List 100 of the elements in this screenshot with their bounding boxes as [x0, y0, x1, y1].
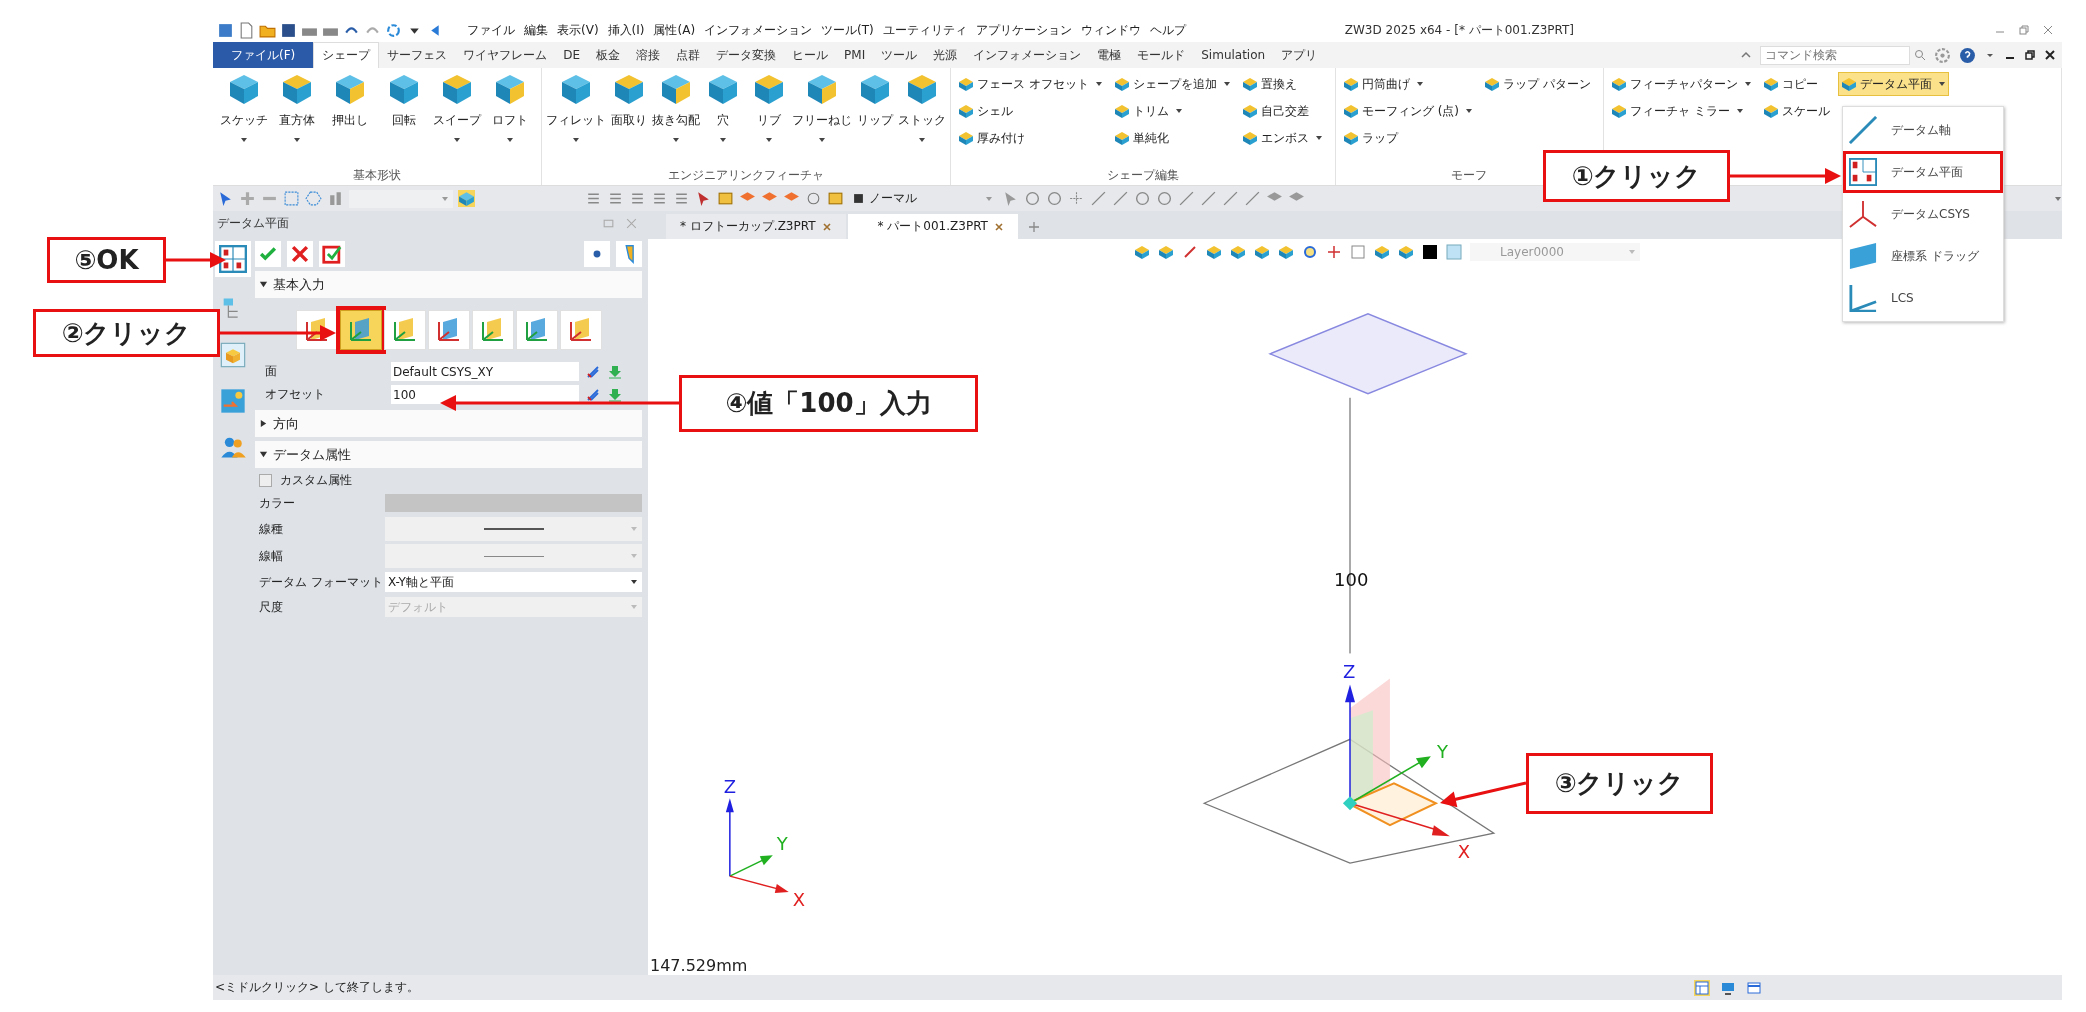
- line-icon[interactable]: [585, 190, 602, 207]
- ribbon-button[interactable]: スケッチ: [217, 72, 271, 167]
- circle-icon[interactable]: [1302, 244, 1318, 260]
- line-icon[interactable]: [1112, 190, 1129, 207]
- line-icon[interactable]: [1244, 190, 1261, 207]
- download-icon[interactable]: [607, 386, 623, 403]
- save-icon[interactable]: [280, 21, 297, 39]
- file-tab[interactable]: ファイル(F): [213, 42, 314, 68]
- ribbon-button[interactable]: ロフト: [483, 72, 537, 167]
- block-icon[interactable]: [1398, 244, 1414, 260]
- input-field[interactable]: Default CSYS_XY: [391, 362, 579, 381]
- display-mode-dropdown[interactable]: ノーマル: [849, 189, 997, 208]
- ribbon-button[interactable]: フリーねじ: [792, 72, 852, 167]
- ribbon-button[interactable]: コピー: [1759, 72, 1833, 96]
- ribbon-tab[interactable]: ツール: [873, 42, 926, 68]
- line-icon[interactable]: [1222, 190, 1239, 207]
- line-icon[interactable]: [1178, 190, 1195, 207]
- menu-item[interactable]: LCS: [1843, 277, 2003, 319]
- caret-icon[interactable]: [765, 137, 773, 143]
- document-tab[interactable]: * ロフトーカップ.Z3PRT: [666, 214, 846, 239]
- line-icon[interactable]: [629, 190, 646, 207]
- ribbon-button[interactable]: 抜き勾配: [652, 72, 700, 167]
- help-icon[interactable]: [1959, 46, 1976, 64]
- plus-icon[interactable]: [239, 190, 256, 207]
- caret-icon[interactable]: [293, 137, 301, 143]
- ribbon-tab[interactable]: 点群: [668, 42, 709, 68]
- frame-icon[interactable]: [717, 190, 734, 207]
- menu-item[interactable]: 表示(V): [557, 21, 599, 39]
- ribbon-tab[interactable]: インフォメーション: [965, 42, 1090, 68]
- block-icon[interactable]: [1278, 244, 1294, 260]
- caret-icon[interactable]: [452, 137, 461, 143]
- menu-item[interactable]: 座標系 ドラッグ: [1843, 235, 2003, 277]
- caret-icon[interactable]: [506, 137, 515, 143]
- block-icon[interactable]: [219, 341, 247, 369]
- menu-item[interactable]: ツール(T): [821, 21, 874, 39]
- line-icon[interactable]: [651, 190, 668, 207]
- menu-item[interactable]: 編集: [524, 21, 548, 39]
- block-icon[interactable]: [1230, 244, 1246, 260]
- ribbon-button[interactable]: エンボス: [1238, 126, 1326, 150]
- ribbon-tab[interactable]: ワイヤフレーム: [455, 42, 556, 68]
- restore-icon[interactable]: [2024, 49, 2036, 61]
- circle-icon[interactable]: [1046, 190, 1063, 207]
- caret-icon[interactable]: [1735, 108, 1744, 114]
- ribbon-tab[interactable]: 光源: [925, 42, 966, 68]
- ribbon-button[interactable]: スケール: [1759, 99, 1833, 123]
- color-swatch[interactable]: [385, 494, 642, 512]
- menu-item[interactable]: データム軸: [1843, 109, 2003, 151]
- menu-item[interactable]: データム平面: [1843, 151, 2003, 193]
- ribbon-button[interactable]: 回転: [377, 72, 431, 167]
- caret-icon[interactable]: [1174, 108, 1183, 114]
- menu-item[interactable]: ウィンドウ: [1080, 21, 1141, 39]
- caret-icon[interactable]: [1314, 135, 1323, 141]
- circle-icon[interactable]: [1156, 190, 1173, 207]
- menu-item[interactable]: データムCSYS: [1843, 193, 2003, 235]
- line-icon[interactable]: [1182, 244, 1198, 260]
- cursor-icon[interactable]: [1002, 190, 1019, 207]
- close-icon[interactable]: [2044, 49, 2056, 61]
- cursor-icon[interactable]: [217, 190, 234, 207]
- caret-icon[interactable]: [1094, 81, 1103, 87]
- caret-icon[interactable]: [1937, 81, 1946, 87]
- ribbon-tab[interactable]: ヒール: [784, 42, 837, 68]
- menu-item[interactable]: ヘルプ: [1149, 21, 1186, 39]
- caret-icon[interactable]: [239, 137, 248, 143]
- ribbon-button[interactable]: 自己交差: [1238, 99, 1326, 123]
- ribbon-button[interactable]: 円筒曲げ: [1339, 72, 1476, 96]
- ribbon-button[interactable]: 置換え: [1238, 72, 1326, 96]
- doc-icon[interactable]: [238, 21, 255, 39]
- section-header[interactable]: 方向: [255, 410, 642, 437]
- caret-icon[interactable]: [672, 137, 680, 143]
- ribbon-button[interactable]: リップ: [852, 72, 898, 167]
- search-icon[interactable]: [1914, 49, 1926, 61]
- caret-icon[interactable]: [1222, 81, 1231, 87]
- ribbon-tab[interactable]: アプリ: [1273, 42, 1326, 68]
- circle-icon[interactable]: [1134, 190, 1151, 207]
- menu-item[interactable]: 挿入(I): [607, 21, 645, 39]
- settings-icon[interactable]: [1934, 46, 1951, 64]
- ribbon-button[interactable]: 厚み付け: [955, 126, 1106, 150]
- ribbon-button[interactable]: フェース オフセット: [955, 72, 1106, 96]
- plus-icon[interactable]: [1068, 190, 1085, 207]
- ribbon-tab[interactable]: 電極: [1089, 42, 1130, 68]
- block-icon[interactable]: [1158, 244, 1174, 260]
- ribbon-button[interactable]: フィーチャパターン: [1607, 72, 1755, 96]
- caret-icon[interactable]: [572, 137, 580, 143]
- ribbon-tab[interactable]: シェープ: [313, 42, 380, 68]
- ribbon-button[interactable]: 押出し: [323, 72, 377, 167]
- ribbon-button[interactable]: シェル: [955, 99, 1106, 123]
- ribbon-button[interactable]: モーフィング (点): [1339, 99, 1476, 123]
- frame-icon[interactable]: [827, 190, 844, 207]
- window-icon[interactable]: [1746, 979, 1762, 996]
- ribbon-tab[interactable]: DE: [555, 42, 589, 68]
- datum-plane-icon[interactable]: [215, 241, 251, 277]
- ribbon-button[interactable]: 単純化: [1110, 126, 1234, 150]
- ribbon-tab[interactable]: データ変換: [708, 42, 785, 68]
- caret-icon[interactable]: [918, 137, 926, 143]
- logo-icon[interactable]: [217, 21, 234, 39]
- bookmark-icon[interactable]: [616, 241, 642, 267]
- command-search-field[interactable]: コマンド検索: [1760, 45, 1910, 65]
- ribbon-tab[interactable]: PMI: [836, 42, 874, 68]
- ribbon-tab[interactable]: モールド: [1129, 42, 1194, 68]
- checkbox[interactable]: [259, 473, 272, 487]
